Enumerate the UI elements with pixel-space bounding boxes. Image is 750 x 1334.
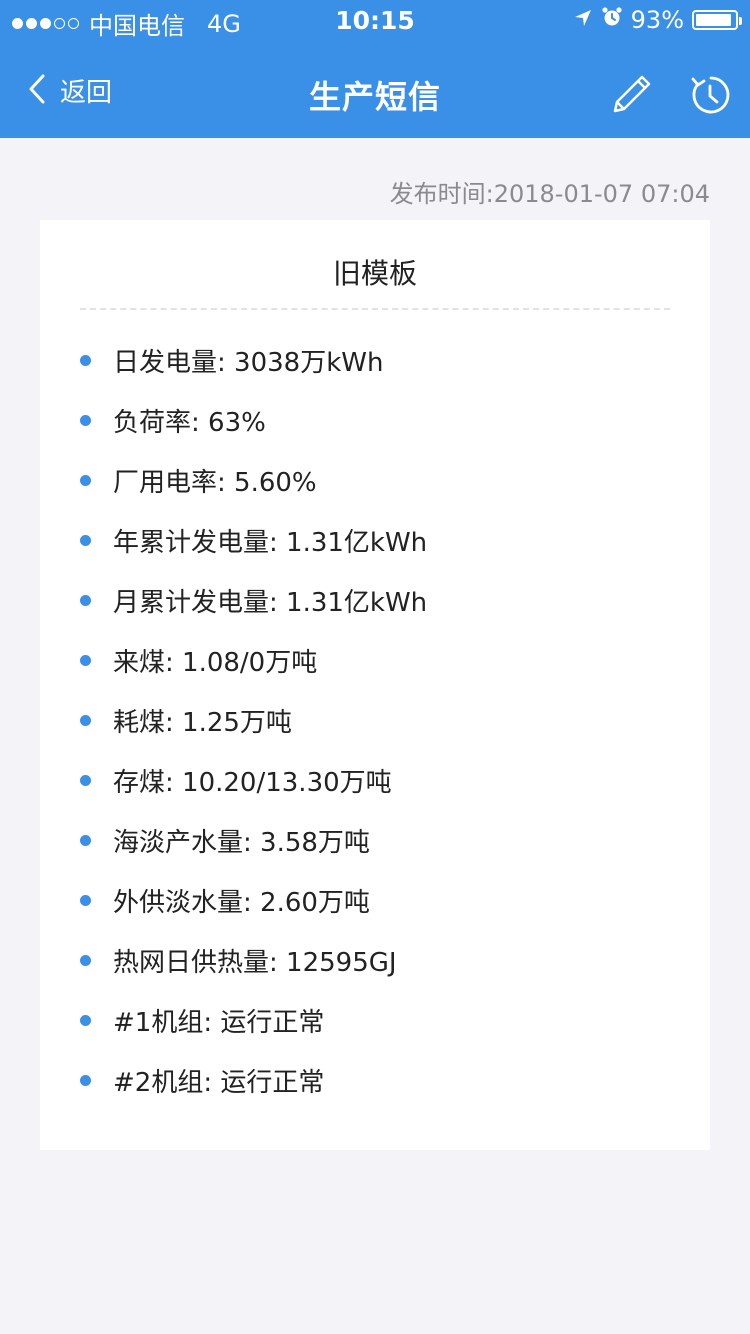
list-item: 月累计发电量: 1.31亿kWh <box>80 570 670 630</box>
edit-button[interactable] <box>608 72 654 118</box>
battery-percent: 93% <box>630 6 684 34</box>
bullet-dot-icon <box>80 894 91 906</box>
battery-icon <box>692 10 742 30</box>
bullet-dot-icon <box>80 954 91 966</box>
list-item-text: 海淡产水量: 3.58万吨 <box>113 827 370 858</box>
list-item: 热网日供热量: 12595GJ <box>80 930 670 990</box>
publish-time: 发布时间:2018-01-07 07:04 <box>389 180 710 208</box>
navigation-bar: 返回 生产短信 <box>0 40 750 138</box>
list-item: 年累计发电量: 1.31亿kWh <box>80 510 670 570</box>
top-bar: 中国电信 4G 10:15 93% 返回 生产短信 <box>0 0 750 138</box>
list-item-text: 存煤: 10.20/13.30万吨 <box>113 767 392 798</box>
location-arrow-icon <box>573 6 593 34</box>
bullet-dot-icon <box>80 354 91 366</box>
list-item-text: #2机组: 运行正常 <box>113 1067 325 1098</box>
list-item: 负荷率: 63% <box>80 390 670 450</box>
list-item-text: #1机组: 运行正常 <box>113 1007 325 1038</box>
list-item-text: 年累计发电量: 1.31亿kWh <box>113 527 428 558</box>
bullet-dot-icon <box>80 1014 91 1026</box>
list-item: 厂用电率: 5.60% <box>80 450 670 510</box>
list-item-text: 外供淡水量: 2.60万吨 <box>113 887 370 918</box>
history-clock-icon <box>688 76 734 122</box>
list-item: 海淡产水量: 3.58万吨 <box>80 810 670 870</box>
bullet-dot-icon <box>80 474 91 486</box>
dashed-divider <box>80 308 670 310</box>
card-title: 旧模板 <box>332 257 417 290</box>
list-item-text: 月累计发电量: 1.31亿kWh <box>113 587 428 618</box>
list-item: #2机组: 运行正常 <box>80 1050 670 1110</box>
list-item: 存煤: 10.20/13.30万吨 <box>80 750 670 810</box>
alarm-icon <box>601 6 623 34</box>
status-bar: 中国电信 4G 10:15 93% <box>0 0 750 40</box>
message-card: 旧模板 日发电量: 3038万kWh 负荷率: 63% 厂用电率: 5.60% 年累计… <box>40 220 710 1150</box>
list-item-text: 耗煤: 1.25万吨 <box>113 707 292 738</box>
list-item: 来煤: 1.08/0万吨 <box>80 630 670 690</box>
bullet-dot-icon <box>80 834 91 846</box>
bullet-dot-icon <box>80 594 91 606</box>
production-stats-list: 日发电量: 3038万kWh 负荷率: 63% 厂用电率: 5.60% 年累计发电量:… <box>80 330 670 1110</box>
bullet-dot-icon <box>80 1074 91 1086</box>
history-button[interactable] <box>688 72 734 118</box>
pencil-icon <box>608 75 654 122</box>
bullet-dot-icon <box>80 534 91 546</box>
list-item-text: 负荷率: 63% <box>113 407 266 438</box>
list-item: 外供淡水量: 2.60万吨 <box>80 870 670 930</box>
bullet-dot-icon <box>80 774 91 786</box>
list-item-text: 厂用电率: 5.60% <box>113 467 317 498</box>
bullet-dot-icon <box>80 654 91 666</box>
list-item: 日发电量: 3038万kWh <box>80 330 670 390</box>
list-item-text: 来煤: 1.08/0万吨 <box>113 647 318 678</box>
list-item-text: 日发电量: 3038万kWh <box>113 347 384 378</box>
bullet-dot-icon <box>80 714 91 726</box>
list-item: #1机组: 运行正常 <box>80 990 670 1050</box>
list-item: 耗煤: 1.25万吨 <box>80 690 670 750</box>
bullet-dot-icon <box>80 414 91 426</box>
list-item-text: 热网日供热量: 12595GJ <box>113 947 397 978</box>
